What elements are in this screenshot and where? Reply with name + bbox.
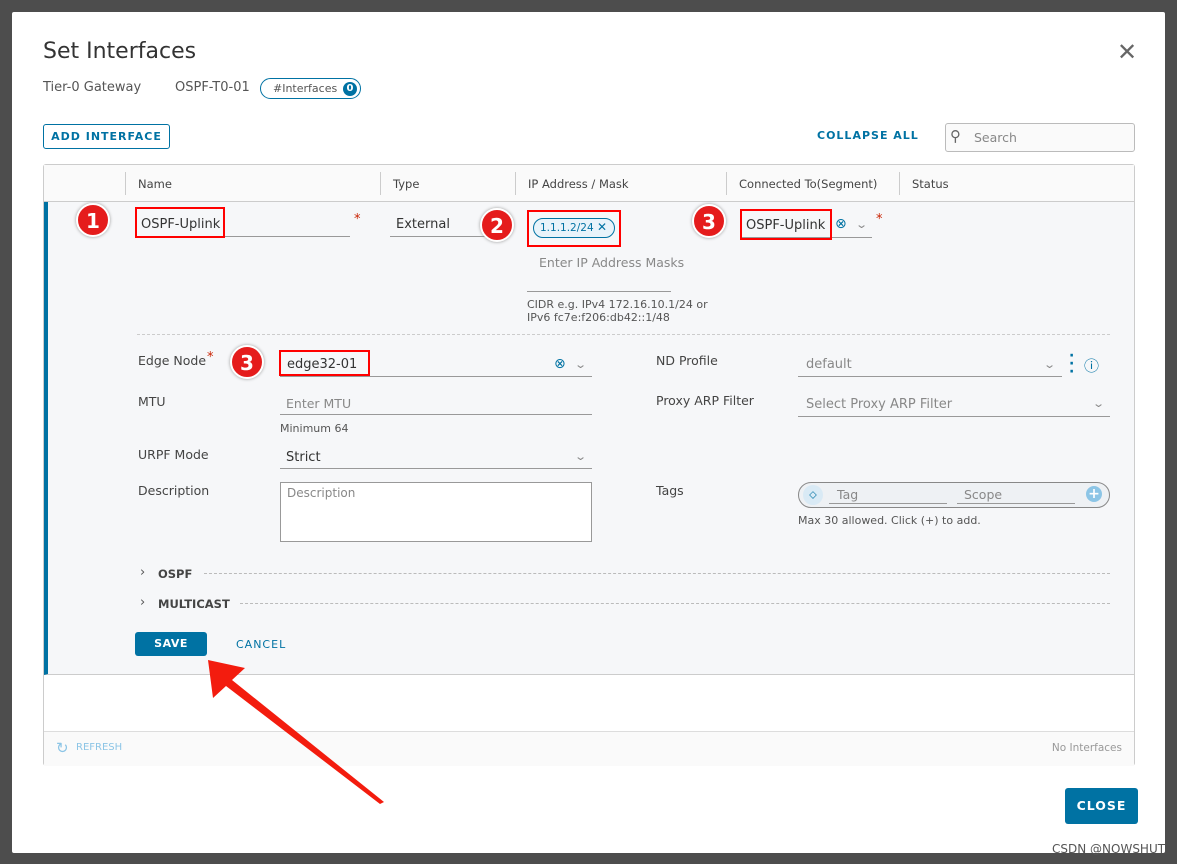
annotation-arrow: [208, 660, 384, 804]
